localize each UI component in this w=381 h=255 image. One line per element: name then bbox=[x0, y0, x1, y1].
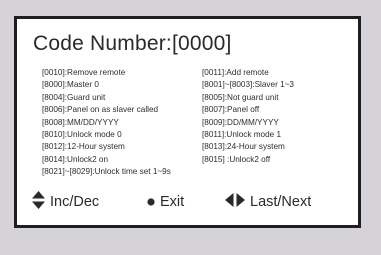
code-entry: [0011]:Add remote bbox=[202, 68, 269, 77]
inc-dec-control[interactable]: Inc/Dec bbox=[32, 191, 100, 213]
code-entry: [8021]~[8029]:Unlock time set 1~9s bbox=[42, 167, 171, 177]
code-entry: [8012]:12-Hour system bbox=[42, 142, 125, 152]
code-entry: [8015] :Unlock2 off bbox=[202, 154, 271, 164]
code-list: [0010]:Remove remote [0011]:Add remote [… bbox=[42, 67, 354, 179]
display-screen: Code Number:[0000] [0010]:Remove remote … bbox=[14, 16, 361, 228]
code-row: [8014]:Unlock2 on [8015] :Unlock2 off bbox=[42, 154, 354, 166]
code-row: [8012]:12-Hour system [8013]:24-Hour sys… bbox=[42, 141, 354, 153]
exit-label: Exit bbox=[160, 194, 185, 210]
code-entry: [8013]:24-Hour system bbox=[202, 142, 285, 152]
code-row: [8021]~[8029]:Unlock time set 1~9s bbox=[42, 166, 354, 178]
page-title: Code Number:[0000] bbox=[33, 32, 232, 55]
code-entry: [8010]:Unlock mode 0 bbox=[42, 130, 122, 140]
code-entry: [8006]:Panel on as slaver called bbox=[42, 105, 159, 115]
code-row: [8004]:Guard unit [8005]:Not guard unit bbox=[42, 92, 354, 104]
up-down-arrows-icon bbox=[32, 191, 45, 213]
key-legend: Inc/Dec Exit Last/Next bbox=[32, 191, 352, 213]
code-entry: [8004]:Guard unit bbox=[42, 92, 106, 102]
last-next-label: Last/Next bbox=[250, 194, 312, 210]
left-right-arrows-icon bbox=[225, 193, 245, 211]
code-entry: [8000]:Master 0 bbox=[42, 80, 99, 90]
exit-control[interactable]: Exit bbox=[147, 192, 184, 212]
code-row: [8008]:MM/DD/YYYY [8009]:DD/MM/YYYY bbox=[42, 117, 354, 129]
bullet-dot-icon bbox=[147, 194, 155, 210]
code-entry: [8001]~[8003]:Slaver 1~3 bbox=[202, 80, 294, 90]
inc-dec-label: Inc/Dec bbox=[50, 194, 100, 210]
code-entry: [0010]:Remove remote bbox=[42, 68, 126, 77]
device-frame: Code Number:[0000] [0010]:Remove remote … bbox=[0, 0, 381, 255]
last-next-control[interactable]: Last/Next bbox=[225, 192, 311, 212]
code-entry: [8014]:Unlock2 on bbox=[42, 154, 108, 164]
code-entry: [8009]:DD/MM/YYYY bbox=[202, 117, 279, 127]
code-entry: [8005]:Not guard unit bbox=[202, 92, 279, 102]
code-entry: [8011]:Unlock mode 1 bbox=[202, 130, 282, 140]
code-entry: [8007]:Panel off bbox=[202, 105, 260, 115]
code-row: [8010]:Unlock mode 0 [8011]:Unlock mode … bbox=[42, 129, 354, 141]
code-row: [8000]:Master 0 [8001]~[8003]:Slaver 1~3 bbox=[42, 79, 354, 91]
code-row: [0010]:Remove remote [0011]:Add remote bbox=[42, 67, 354, 79]
code-entry: [8008]:MM/DD/YYYY bbox=[42, 117, 119, 127]
code-row: [8006]:Panel on as slaver called [8007]:… bbox=[42, 104, 354, 116]
